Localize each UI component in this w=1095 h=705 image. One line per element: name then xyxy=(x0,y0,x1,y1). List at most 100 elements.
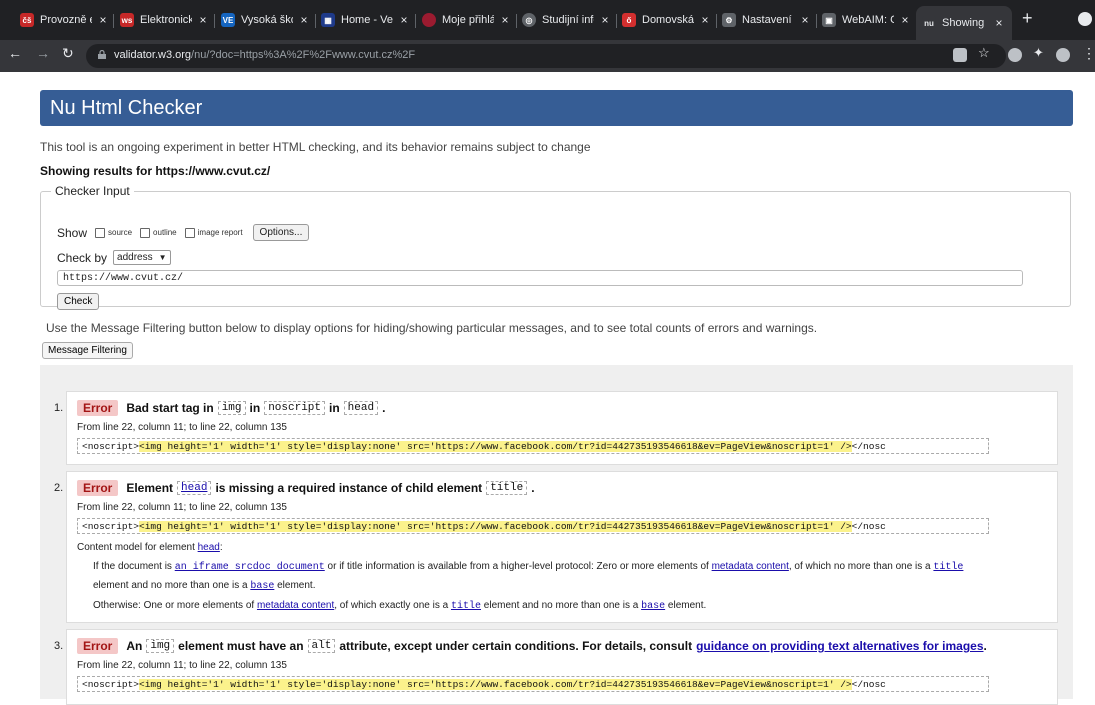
tab-domovska[interactable]: ő Domovská × xyxy=(622,8,712,32)
checkbox-box[interactable] xyxy=(95,227,106,238)
check-by-row: Check by address ▼ xyxy=(57,250,171,265)
check-by-label: Check by xyxy=(57,250,108,265)
content-model-line-1b: element and no more than one is a base e… xyxy=(93,580,315,592)
profile-avatar-icon[interactable] xyxy=(1056,48,1070,62)
tab-close-icon[interactable]: × xyxy=(297,13,311,27)
alt-guidance-link[interactable]: guidance on providing text alternatives … xyxy=(696,639,983,653)
bookmark-star-icon[interactable]: ☆ xyxy=(978,45,990,61)
content-model-line-1: If the document is an iframe srcdoc docu… xyxy=(93,561,963,573)
tab-nastaveni[interactable]: ⚙ Nastavení × xyxy=(722,8,812,32)
address-url: validator.w3.org/nu/?doc=https%3A%2F%2Fw… xyxy=(114,49,415,61)
tab-vysoka-skola[interactable]: VE Vysoká ško × xyxy=(221,8,311,32)
snippet-post: </nosc xyxy=(851,441,886,452)
tab-close-icon[interactable]: × xyxy=(898,13,912,27)
back-arrow-icon[interactable]: ← xyxy=(8,45,22,61)
location-text: From line 22, column 11; to line 22, col… xyxy=(77,660,287,671)
cm-text: element and no more than one is a xyxy=(483,600,639,611)
check-button[interactable]: Check xyxy=(57,293,100,310)
code-token: alt xyxy=(307,639,336,653)
puzzle-icon[interactable]: ✦ xyxy=(1033,45,1044,61)
metadata-content-link[interactable]: metadata content xyxy=(712,561,789,572)
head-element-link[interactable]: head xyxy=(177,481,212,495)
tab-close-icon[interactable]: × xyxy=(397,13,411,27)
source-checkbox[interactable]: source xyxy=(95,227,132,238)
cm-text: element. xyxy=(277,580,316,591)
message-text: in xyxy=(249,401,261,415)
message-text: Element xyxy=(126,481,174,495)
browser-menu-icon[interactable] xyxy=(1078,12,1092,26)
outline-checkbox[interactable]: outline xyxy=(140,227,177,238)
message-number: 3. xyxy=(54,640,64,652)
page-title: Nu Html Checker xyxy=(50,97,203,119)
checkbox-label: outline xyxy=(153,228,177,237)
head-spec-link[interactable]: head xyxy=(198,542,220,553)
iframe-srcdoc-link[interactable]: an iframe srcdoc document xyxy=(175,562,325,573)
tab-separator xyxy=(616,14,617,28)
message-text: element must have an xyxy=(178,639,304,653)
reload-icon[interactable]: ↻ xyxy=(62,45,74,62)
tab-favicon-icon xyxy=(422,13,436,27)
message-text: in xyxy=(329,401,340,415)
tab-separator xyxy=(113,14,114,28)
checkbox-label: image report xyxy=(197,228,243,237)
tab-close-icon[interactable]: × xyxy=(698,13,712,27)
address-bar[interactable]: validator.w3.org/nu/?doc=https%3A%2F%2Fw… xyxy=(86,44,1006,68)
base-element-link[interactable]: base xyxy=(250,581,274,592)
tab-webaim[interactable]: ▣ WebAIM: C × xyxy=(822,8,912,32)
tab-studijni-info[interactable]: ◎ Studijní info × xyxy=(522,8,612,32)
message-filtering-button[interactable]: Message Filtering xyxy=(42,342,133,359)
chevron-down-icon: ▼ xyxy=(158,253,167,262)
tab-favicon-icon: ◎ xyxy=(522,13,536,27)
page-content: Nu Html Checker This tool is an ongoing … xyxy=(0,72,1095,705)
cm-text: , of which exactly one is a xyxy=(334,600,449,611)
error-badge: Error xyxy=(77,638,119,654)
new-tab-button[interactable]: + xyxy=(1022,8,1033,29)
tab-label: Vysoká ško xyxy=(241,14,293,26)
image-report-checkbox[interactable]: image report xyxy=(184,227,243,238)
tab-label: Provozně e xyxy=(40,14,92,26)
message-item: 3. Error An img element must have an alt… xyxy=(54,629,1058,705)
tab-provozne[interactable]: čš Provozně e × xyxy=(20,8,110,32)
kebab-menu-icon[interactable]: ⋮ xyxy=(1082,45,1095,62)
tab-favicon-icon: ▣ xyxy=(822,13,836,27)
title-element-link[interactable]: title xyxy=(451,601,481,612)
show-options-row: Show source outline image report Options… xyxy=(57,224,310,241)
options-button[interactable]: Options... xyxy=(252,224,310,241)
tab-moje-prihlasky[interactable]: Moje přihlá × xyxy=(422,8,512,32)
browser-toolbar: ← → ↻ validator.w3.org/nu/?doc=https%3A%… xyxy=(0,40,1095,72)
tab-label: Showing re xyxy=(942,17,988,29)
check-by-select[interactable]: address ▼ xyxy=(113,250,171,265)
tab-elektronicke[interactable]: ws Elektronick × xyxy=(120,8,210,32)
tab-home[interactable]: ▦ Home - Vel × xyxy=(321,8,411,32)
showing-results-heading: Showing results for https://www.cvut.cz/ xyxy=(40,164,271,178)
url-host: validator.w3.org xyxy=(114,49,192,61)
tab-close-icon[interactable]: × xyxy=(598,13,612,27)
tab-close-icon[interactable]: × xyxy=(196,13,210,27)
snippet-highlight: <img height='1' width='1' style='display… xyxy=(139,679,852,690)
tab-separator xyxy=(315,14,316,28)
base-element-link[interactable]: base xyxy=(641,601,665,612)
title-element-link[interactable]: title xyxy=(933,562,963,573)
tab-close-icon[interactable]: × xyxy=(798,13,812,27)
tab-close-icon[interactable]: × xyxy=(96,13,110,27)
url-input[interactable]: https://www.cvut.cz/ xyxy=(57,270,1023,286)
error-badge: Error xyxy=(77,480,119,496)
tab-label: Nastavení xyxy=(742,14,792,26)
tab-showing-results[interactable]: nu Showing re × xyxy=(916,6,1012,40)
tab-close-icon[interactable]: × xyxy=(498,13,512,27)
cm-text: element and no more than one is a xyxy=(93,580,248,591)
forward-arrow-icon[interactable]: → xyxy=(36,45,50,61)
results-area: 1. Error Bad start tag in img in noscrip… xyxy=(40,365,1073,705)
metadata-content-link[interactable]: metadata content xyxy=(257,600,334,611)
extension-icon[interactable] xyxy=(1008,48,1022,62)
translate-icon[interactable] xyxy=(953,48,967,62)
checker-input-fieldset: Checker Input Show source outline image … xyxy=(40,184,1071,310)
tab-close-icon[interactable]: × xyxy=(992,16,1006,30)
snippet-highlight: <img height='1' width='1' style='display… xyxy=(139,521,852,532)
message-heading: Error An img element must have an alt at… xyxy=(77,638,987,654)
tab-favicon-icon: čš xyxy=(20,13,34,27)
location-text: From line 22, column 11; to line 22, col… xyxy=(77,422,287,433)
checkbox-box[interactable] xyxy=(184,227,195,238)
lock-icon xyxy=(98,50,106,59)
checkbox-box[interactable] xyxy=(140,227,151,238)
